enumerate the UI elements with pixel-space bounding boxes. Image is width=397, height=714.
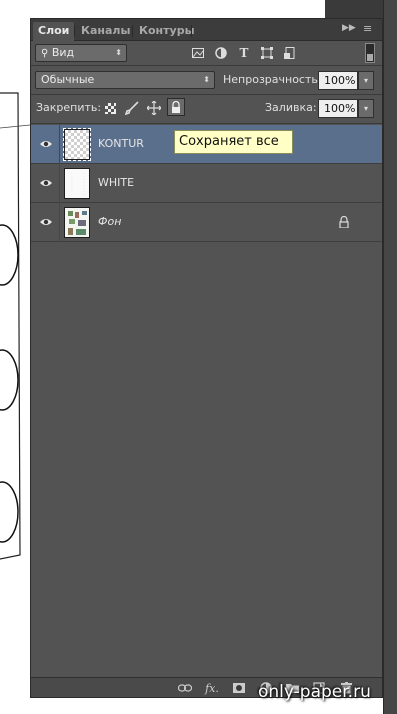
- chevron-updown-icon: ⬍: [203, 75, 210, 84]
- mask-icon[interactable]: [232, 681, 246, 695]
- lock-position-icon[interactable]: [147, 101, 161, 115]
- tab-channels[interactable]: Каналы: [76, 22, 135, 41]
- layer-thumbnail[interactable]: [64, 168, 90, 199]
- adjustment-filter-icon[interactable]: [214, 46, 228, 60]
- panel-tab-bar: Слои Каналы Контуры ▶▶ ≡: [31, 19, 382, 41]
- lock-all-tooltip: Сохраняет все: [174, 130, 293, 154]
- eye-icon[interactable]: [39, 216, 53, 228]
- link-icon[interactable]: [178, 681, 192, 695]
- layer-row-white[interactable]: WHITE: [31, 164, 382, 203]
- blend-mode-value: Обычные: [41, 73, 95, 86]
- blend-mode-dropdown[interactable]: Обычные ⬍: [35, 71, 215, 89]
- lock-transparent-pixels-icon[interactable]: [103, 101, 117, 115]
- watermark: only-paper.ru: [258, 682, 371, 702]
- lock-icon: [169, 100, 183, 114]
- document-canvas[interactable]: [0, 0, 30, 714]
- visibility-column-divider: [59, 203, 60, 242]
- visibility-column-divider: [59, 164, 60, 203]
- layer-thumbnail[interactable]: [63, 128, 91, 161]
- panel-menu-icon[interactable]: ≡: [363, 22, 372, 35]
- tab-paths[interactable]: Контуры: [134, 22, 200, 41]
- image-filter-icon[interactable]: [191, 46, 205, 60]
- smart-object-filter-icon[interactable]: [283, 46, 297, 60]
- layer-name[interactable]: WHITE: [98, 176, 134, 189]
- layer-name[interactable]: Фон: [98, 215, 121, 228]
- fill-input[interactable]: 100%: [318, 99, 358, 118]
- eye-icon[interactable]: [39, 138, 53, 150]
- fill-slider-toggle[interactable]: ▾: [358, 99, 374, 118]
- tab-separator: [191, 25, 192, 37]
- visibility-column-divider: [59, 125, 60, 164]
- tab-layers[interactable]: Слои: [33, 22, 75, 41]
- opacity-label: Непрозрачность:: [223, 73, 322, 86]
- dock-top-bar: [325, 0, 383, 18]
- lock-label: Закрепить:: [36, 101, 102, 114]
- tab-separator: [74, 25, 75, 37]
- divider: [31, 94, 382, 95]
- eye-icon[interactable]: [39, 177, 53, 189]
- opacity-slider-toggle[interactable]: ▾: [358, 71, 374, 90]
- layer-name[interactable]: KONTUR: [98, 137, 144, 150]
- shape-filter-icon[interactable]: [260, 46, 274, 60]
- right-dock: [383, 0, 397, 714]
- layer-row-background[interactable]: Фон: [31, 203, 382, 242]
- chevron-updown-icon: ⬍: [115, 48, 122, 57]
- fx-icon[interactable]: fx.: [205, 681, 219, 695]
- layer-lock-icon: [337, 215, 351, 229]
- fill-label: Заливка:: [265, 101, 317, 114]
- filter-kind-label: Вид: [51, 46, 75, 59]
- lock-all-button[interactable]: [167, 98, 185, 116]
- lock-image-pixels-icon[interactable]: [125, 101, 139, 115]
- layer-filter-dropdown[interactable]: ⚲ Вид ⬍: [35, 44, 127, 62]
- opacity-input[interactable]: 100%: [318, 71, 358, 90]
- tab-separator: [132, 25, 133, 37]
- layer-thumbnail[interactable]: [64, 207, 90, 238]
- canvas-artwork: [0, 92, 30, 560]
- divider: [31, 65, 382, 66]
- search-icon: ⚲: [41, 48, 49, 59]
- collapse-icon[interactable]: ▶▶: [342, 23, 356, 33]
- type-filter-icon[interactable]: T: [237, 46, 251, 60]
- layers-panel: Слои Каналы Контуры ▶▶ ≡ ⚲ Вид ⬍ T Обычн…: [30, 18, 383, 698]
- divider: [31, 123, 382, 124]
- filter-toggle-switch[interactable]: [365, 43, 375, 63]
